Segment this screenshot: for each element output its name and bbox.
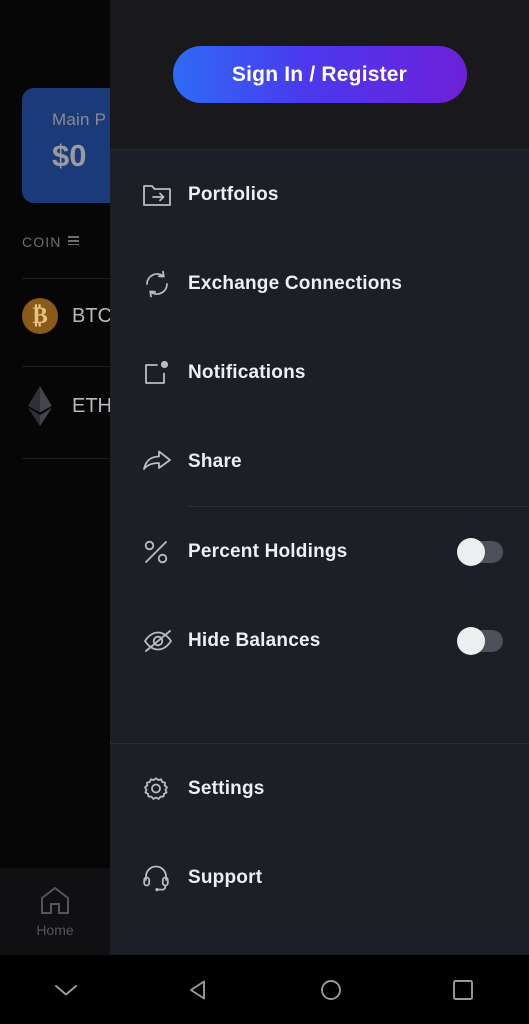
share-arrow-icon: [142, 449, 188, 475]
eye-slash-icon: [142, 628, 188, 654]
coin-row-btc[interactable]: ₿ BTC: [22, 298, 112, 334]
hide-balances-toggle[interactable]: [457, 626, 503, 655]
menu-item-label: Notifications: [188, 361, 306, 383]
refresh-sync-icon: [142, 269, 188, 299]
drawer-header: Sign In / Register: [110, 0, 529, 150]
menu-item-portfolios[interactable]: Portfolios: [110, 150, 529, 239]
coin-column-label: COIN: [22, 234, 62, 250]
coin-row-eth[interactable]: ETH: [22, 386, 112, 426]
menu-item-label: Support: [188, 866, 263, 888]
chevron-down-icon[interactable]: [0, 982, 132, 998]
app-screen: Main P $0 COIN ₿ BTC ETH Home Sign In / …: [0, 0, 529, 1024]
background-app: Main P $0 COIN ₿ BTC ETH Home: [0, 0, 222, 955]
tab-home-label: Home: [36, 922, 74, 938]
toggle-knob: [457, 537, 485, 566]
coin-symbol: ETH: [72, 394, 112, 417]
triangle-left-icon[interactable]: [132, 978, 264, 1002]
folder-arrow-icon: [142, 182, 188, 208]
menu-item-label: Hide Balances: [188, 629, 321, 651]
menu-item-notifications[interactable]: Notifications: [110, 328, 529, 417]
tab-home[interactable]: Home: [36, 885, 74, 938]
sign-in-register-button[interactable]: Sign In / Register: [172, 46, 467, 103]
toggle-knob: [457, 626, 485, 655]
menu-item-hide-balances[interactable]: Hide Balances: [110, 596, 529, 685]
android-navigation-bar: [0, 955, 529, 1024]
coin-symbol: BTC: [72, 304, 112, 327]
bitcoin-icon: ₿: [22, 298, 58, 334]
gear-icon: [142, 775, 188, 803]
percent-holdings-toggle[interactable]: [457, 537, 503, 566]
menu-item-support[interactable]: Support: [110, 833, 529, 922]
menu-item-label: Settings: [188, 777, 265, 799]
house-icon: [39, 885, 71, 915]
percent-icon: [142, 538, 188, 566]
headset-icon: [142, 864, 188, 892]
menu-item-percent-holdings[interactable]: Percent Holdings: [110, 507, 529, 596]
menu-item-label: Share: [188, 450, 242, 472]
menu-item-label: Exchange Connections: [188, 272, 403, 294]
menu-item-exchange-connections[interactable]: Exchange Connections: [110, 239, 529, 328]
circle-icon[interactable]: [265, 978, 397, 1002]
menu-item-label: Percent Holdings: [188, 540, 348, 562]
coin-column-header[interactable]: COIN: [22, 234, 80, 250]
menu-item-label: Portfolios: [188, 183, 279, 205]
bottom-tabbar: Home: [0, 868, 110, 955]
menu-item-settings[interactable]: Settings: [110, 744, 529, 833]
menu-spacer: [110, 685, 529, 743]
list-icon: [68, 236, 80, 247]
menu-item-share[interactable]: Share: [110, 417, 529, 506]
square-icon[interactable]: [397, 979, 529, 1001]
ethereum-icon: [22, 386, 58, 426]
notification-square-dot-icon: [142, 359, 188, 387]
navigation-drawer: Sign In / Register Portfolios Exchange C…: [110, 0, 529, 955]
